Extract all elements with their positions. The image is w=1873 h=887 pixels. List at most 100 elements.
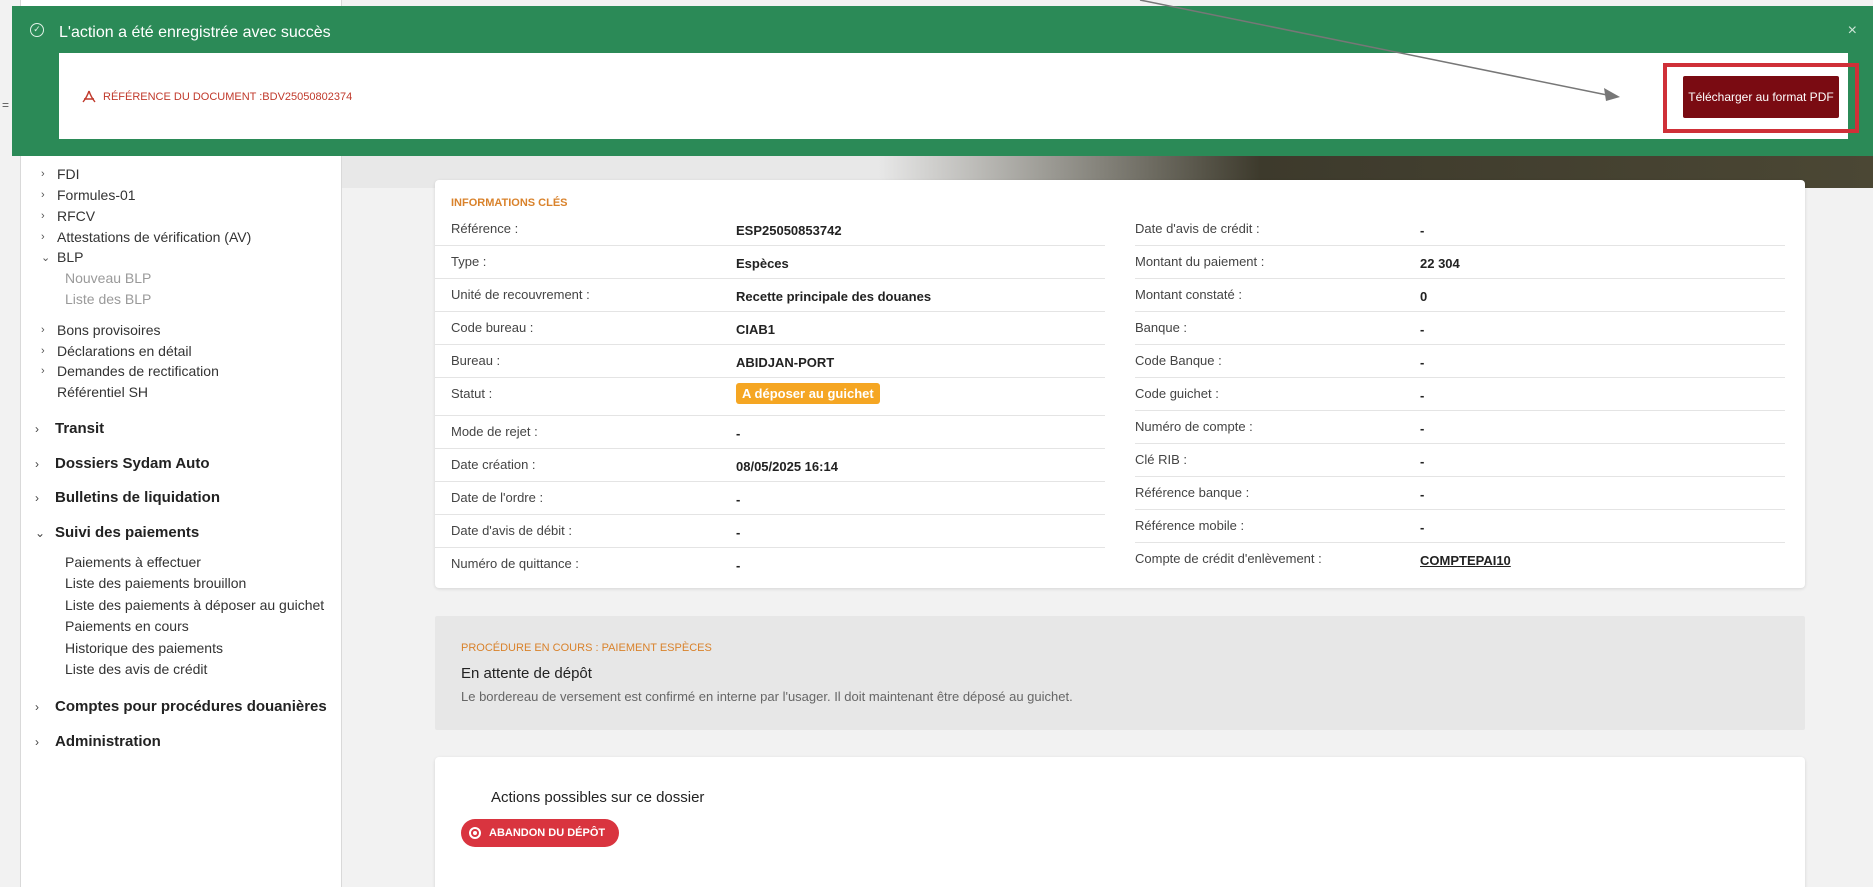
info-label: Type : [451, 254, 487, 269]
info-value: - [1420, 487, 1425, 502]
sidebar-item-paiements-brouillon[interactable]: Liste des paiements brouillon [65, 575, 246, 591]
info-label: Code Banque : [1135, 353, 1222, 368]
close-icon[interactable]: × [1848, 22, 1857, 40]
sidebar-section-transit[interactable]: › Transit [35, 420, 104, 437]
info-label: Date de l'ordre : [451, 490, 544, 505]
info-value: 08/05/2025 16:14 [736, 459, 838, 474]
info-label: Code bureau : [451, 320, 534, 335]
key-info-title: INFORMATIONS CLÉS [451, 197, 568, 209]
chevron-right-icon: › [35, 699, 39, 714]
sidebar-item-bons-provisoires[interactable]: › Bons provisoires [41, 322, 161, 338]
info-row-cle-rib: Clé RIB : - [1135, 444, 1785, 477]
info-label: Unité de recouvrement : [451, 287, 590, 302]
sidebar-section-suivi-paiements[interactable]: ⌄ Suivi des paiements [35, 524, 199, 541]
info-label: Date création : [451, 457, 536, 472]
chevron-right-icon: › [41, 168, 45, 180]
chevron-right-icon: › [35, 734, 39, 749]
info-value: Recette principale des douanes [736, 289, 932, 304]
sidebar-section-comptes[interactable]: › Comptes pour procédures douanières [35, 698, 327, 715]
sidebar-item-formules-01[interactable]: › Formules-01 [41, 187, 136, 203]
info-label: Montant du paiement : [1135, 254, 1265, 269]
info-label: Clé RIB : [1135, 452, 1188, 467]
info-value: CIAB1 [736, 322, 776, 337]
info-row-date-debit: Date d'avis de débit : - [435, 515, 1105, 548]
info-label: Numéro de compte : [1135, 419, 1253, 434]
sidebar-section-bulletins[interactable]: › Bulletins de liquidation [35, 489, 220, 506]
success-toast: ✓ L'action a été enregistrée avec succès… [12, 6, 1873, 156]
chevron-down-icon: ⌄ [35, 525, 46, 540]
info-label: Bureau : [451, 353, 501, 368]
info-value: - [736, 492, 741, 507]
document-reference-text: RÉFÉRENCE DU DOCUMENT :BDV25050802374 [103, 91, 353, 103]
sidebar-section-label: Administration [55, 733, 161, 750]
document-reference-link[interactable]: RÉFÉRENCE DU DOCUMENT :BDV25050802374 [81, 90, 352, 104]
sidebar-item-label: Déclarations en détail [57, 343, 192, 359]
sidebar-item-rfcv[interactable]: › RFCV [41, 208, 95, 224]
info-value: - [736, 558, 741, 573]
sidebar-item-demandes-rectification[interactable]: › Demandes de rectification [41, 363, 219, 379]
sidebar-item-paiements-en-cours[interactable]: Paiements en cours [65, 618, 189, 634]
sidebar-section-label: Comptes pour procédures douanières [55, 698, 327, 715]
toast-panel: RÉFÉRENCE DU DOCUMENT :BDV25050802374 Té… [59, 53, 1859, 139]
chevron-right-icon: › [41, 189, 45, 201]
sidebar-item-label: Formules-01 [57, 187, 136, 203]
sidebar-section-label: Dossiers Sydam Auto [55, 455, 210, 472]
info-row-numero-compte: Numéro de compte : - [1135, 411, 1785, 444]
sidebar-item-referentiel-sh[interactable]: Référentiel SH [41, 384, 148, 400]
chevron-right-icon: › [35, 490, 39, 505]
sidebar-item-liste-blp[interactable]: Liste des BLP [65, 291, 151, 307]
sidebar-item-paiements-guichet[interactable]: Liste des paiements à déposer au guichet [65, 597, 324, 613]
sidebar-item-label: Référentiel SH [57, 384, 149, 400]
sidebar-item-label: Bons provisoires [57, 322, 161, 338]
info-value: 0 [1420, 289, 1428, 304]
info-row-date-credit: Date d'avis de crédit : - [1135, 213, 1785, 246]
info-row-code-guichet: Code guichet : - [1135, 378, 1785, 411]
info-label: Mode de rejet : [451, 424, 538, 439]
info-row-montant-paiement: Montant du paiement : 22 304 [1135, 246, 1785, 279]
chevron-right-icon: › [41, 365, 45, 377]
chevron-right-icon: › [41, 210, 45, 222]
collapsed-menu-icon[interactable]: = [2, 98, 9, 112]
info-value: 22 304 [1420, 256, 1460, 271]
sidebar-item-label: Attestations de vérification (AV) [57, 229, 252, 245]
info-row-date-ordre: Date de l'ordre : - [435, 482, 1105, 515]
info-row-reference-banque: Référence banque : - [1135, 477, 1785, 510]
sidebar-item-fdi[interactable]: › FDI [41, 166, 80, 182]
sidebar-item-label: RFCV [57, 208, 96, 224]
info-value: - [1420, 421, 1425, 436]
chevron-right-icon: › [35, 421, 39, 436]
sidebar-section-label: Transit [55, 420, 105, 437]
sidebar-section-administration[interactable]: › Administration [35, 733, 161, 750]
info-row-unite: Unité de recouvrement : Recette principa… [435, 279, 1105, 312]
sidebar-section-label: Bulletins de liquidation [55, 489, 220, 506]
chevron-right-icon: › [41, 345, 45, 357]
abandon-depot-button[interactable]: ABANDON DU DÉPÔT [461, 819, 620, 847]
sidebar-section-dossiers-sydam[interactable]: › Dossiers Sydam Auto [35, 455, 210, 472]
sidebar-item-declarations[interactable]: › Déclarations en détail [41, 343, 192, 359]
chevron-right-icon: › [41, 324, 45, 336]
info-label: Référence : [451, 221, 519, 236]
info-value: - [736, 426, 741, 441]
chevron-down-icon: ⌄ [41, 251, 51, 264]
download-pdf-button[interactable]: Télécharger au format PDF [1683, 76, 1839, 118]
sidebar-item-attestations[interactable]: › Attestations de vérification (AV) [41, 229, 251, 245]
chevron-right-icon: › [41, 231, 45, 243]
info-value: - [1420, 322, 1425, 337]
info-label: Date d'avis de crédit : [1135, 221, 1260, 236]
sidebar-item-avis-credit[interactable]: Liste des avis de crédit [65, 661, 207, 677]
sidebar-item-historique-paiements[interactable]: Historique des paiements [65, 640, 223, 656]
chevron-right-icon: › [35, 456, 39, 471]
info-value: - [1420, 223, 1425, 238]
sidebar-item-label: BLP [57, 249, 84, 265]
sidebar-item-label: FDI [57, 166, 80, 182]
actions-card: Actions possibles sur ce dossier ABANDON… [435, 757, 1805, 887]
info-row-date-creation: Date création : 08/05/2025 16:14 [435, 449, 1105, 482]
sidebar-item-blp[interactable]: ⌄ BLP [41, 249, 83, 265]
sidebar-item-nouveau-blp[interactable]: Nouveau BLP [65, 270, 151, 286]
info-label: Statut : [451, 386, 493, 401]
info-row-montant-constate: Montant constaté : 0 [1135, 279, 1785, 312]
info-row-banque: Banque : - [1135, 312, 1785, 345]
sidebar-item-paiements-effectuer[interactable]: Paiements à effectuer [65, 554, 201, 570]
procedure-panel: PROCÉDURE EN COURS : PAIEMENT ESPÈCES En… [435, 616, 1805, 730]
compte-credit-link[interactable]: COMPTEPAI10 [1420, 553, 1511, 568]
